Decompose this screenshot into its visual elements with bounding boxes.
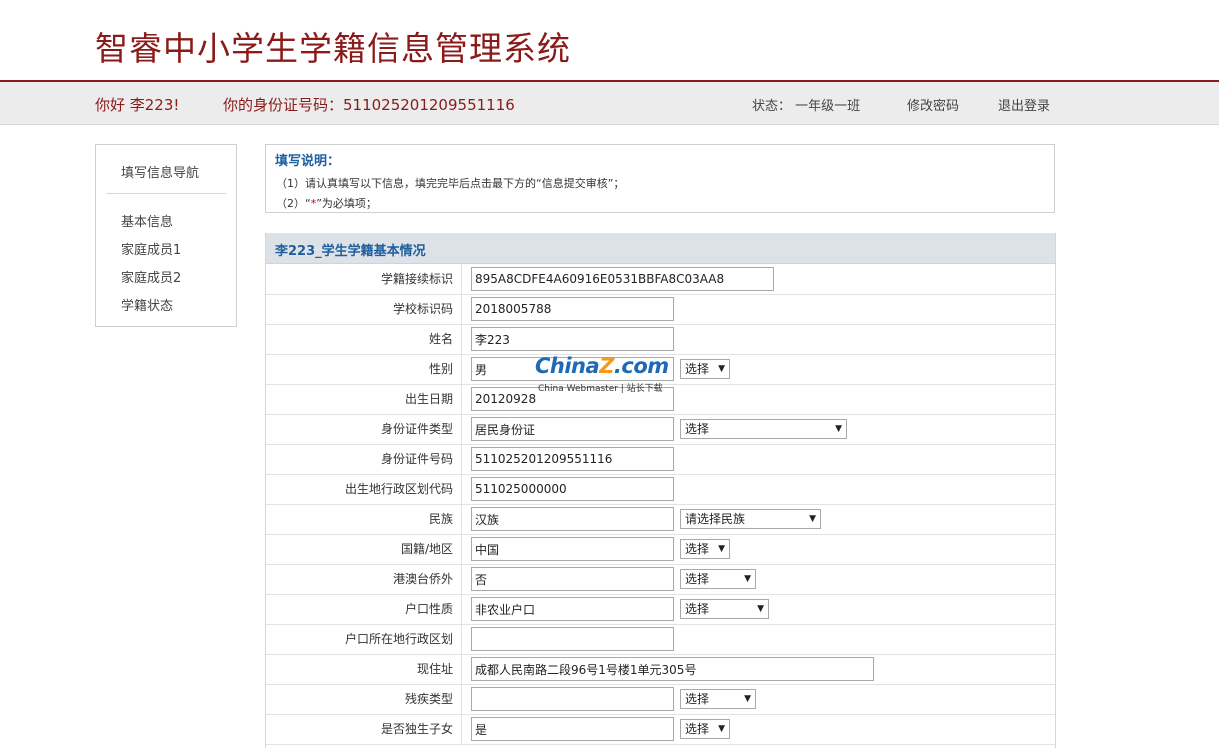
disability-type-input[interactable] bbox=[471, 687, 674, 711]
select-text: 选择 bbox=[685, 692, 710, 706]
change-password-link[interactable]: 修改密码 bbox=[907, 95, 959, 114]
user-greeting: 你好 李223! bbox=[95, 96, 180, 114]
nationality-select[interactable]: 选择 ▼ bbox=[680, 539, 730, 559]
form-row-birthplace-code: 出生地行政区划代码 bbox=[266, 474, 1055, 505]
chevron-down-icon: ▼ bbox=[718, 544, 725, 554]
instructions-line-2-suffix: ”为必填项； bbox=[316, 197, 377, 210]
instructions-title: 填写说明： bbox=[275, 154, 341, 169]
select-text: 选择 bbox=[685, 572, 710, 586]
app-header: 智睿中小学生学籍信息管理系统 bbox=[0, 0, 1219, 82]
current-address-input[interactable] bbox=[471, 657, 874, 681]
form-row-household-type: 户口性质 选择 ▼ bbox=[266, 594, 1055, 625]
chevron-down-icon: ▼ bbox=[835, 424, 842, 434]
select-text: 请选择民族 bbox=[685, 512, 746, 526]
app-title: 智睿中小学生学籍信息管理系统 bbox=[95, 29, 571, 68]
form-row-disability-type: 残疾类型 选择 ▼ bbox=[266, 684, 1055, 715]
select-text: 选择 bbox=[685, 362, 710, 376]
only-child-select[interactable]: 选择 ▼ bbox=[680, 719, 730, 739]
chevron-down-icon: ▼ bbox=[744, 694, 751, 704]
form-row-school-id: 学校标识码 bbox=[266, 294, 1055, 325]
chevron-down-icon: ▼ bbox=[809, 514, 816, 524]
sidebar-item-basic-info[interactable]: 基本信息 bbox=[121, 211, 173, 230]
form-row-only-child: 是否独生子女 选择 ▼ bbox=[266, 714, 1055, 745]
sidebar-item-family-member-2[interactable]: 家庭成员2 bbox=[121, 267, 181, 286]
field-label: 现住址 bbox=[266, 654, 462, 684]
field-label: 学校标识码 bbox=[266, 294, 462, 324]
birth-date-input[interactable] bbox=[471, 387, 674, 411]
field-label: 姓名 bbox=[266, 324, 462, 354]
form-row-birth-date: 出生日期 bbox=[266, 384, 1055, 415]
disability-type-select[interactable]: 选择 ▼ bbox=[680, 689, 756, 709]
household-region-input[interactable] bbox=[471, 627, 674, 651]
form-row-ethnicity: 民族 请选择民族 ▼ bbox=[266, 504, 1055, 535]
gender-select[interactable]: 选择 ▼ bbox=[680, 359, 730, 379]
student-form: 李223_学生学籍基本情况 学籍接续标识 学校标识码 姓名 性别 选择 ▼ 出生日… bbox=[265, 233, 1056, 748]
form-header: 李223_学生学籍基本情况 bbox=[266, 233, 1055, 264]
household-type-input[interactable] bbox=[471, 597, 674, 621]
school-id-input[interactable] bbox=[471, 297, 674, 321]
sidebar-item-enrollment-status[interactable]: 学籍状态 bbox=[121, 295, 173, 314]
form-row-household-region: 户口所在地行政区划 bbox=[266, 624, 1055, 655]
field-label: 身份证件类型 bbox=[266, 414, 462, 444]
form-row-id-number: 身份证件号码 bbox=[266, 444, 1055, 475]
form-row-current-address: 现住址 bbox=[266, 654, 1055, 685]
enrollment-link-id-input[interactable] bbox=[471, 267, 774, 291]
sidebar-title: 填写信息导航 bbox=[121, 166, 200, 181]
overseas-status-select[interactable]: 选择 ▼ bbox=[680, 569, 756, 589]
select-text: 选择 bbox=[685, 722, 710, 736]
chevron-down-icon: ▼ bbox=[757, 604, 764, 614]
name-input[interactable] bbox=[471, 327, 674, 351]
sidebar-item-family-member-1[interactable]: 家庭成员1 bbox=[121, 239, 181, 258]
class-status: 状态： 一年级一班 bbox=[752, 99, 861, 114]
sidebar-divider bbox=[106, 193, 226, 194]
id-number-input[interactable] bbox=[471, 447, 674, 471]
form-row-name: 姓名 bbox=[266, 324, 1055, 355]
field-label: 国籍/地区 bbox=[266, 534, 462, 564]
field-label: 户口性质 bbox=[266, 594, 462, 624]
form-title: 李223_学生学籍基本情况 bbox=[275, 244, 426, 259]
logout-link[interactable]: 退出登录 bbox=[998, 95, 1050, 114]
field-label: 学籍接续标识 bbox=[266, 264, 462, 294]
sidebar-nav: 填写信息导航 基本信息 家庭成员1 家庭成员2 学籍状态 bbox=[95, 144, 237, 327]
field-label: 出生日期 bbox=[266, 384, 462, 414]
household-type-select[interactable]: 选择 ▼ bbox=[680, 599, 769, 619]
ethnicity-select[interactable]: 请选择民族 ▼ bbox=[680, 509, 821, 529]
gender-input[interactable] bbox=[471, 357, 674, 381]
field-label: 民族 bbox=[266, 504, 462, 534]
select-text: 选择 bbox=[685, 422, 710, 436]
chevron-down-icon: ▼ bbox=[718, 364, 725, 374]
chevron-down-icon: ▼ bbox=[744, 574, 751, 584]
select-text: 选择 bbox=[685, 602, 710, 616]
field-label: 出生地行政区划代码 bbox=[266, 474, 462, 504]
field-label: 户口所在地行政区划 bbox=[266, 624, 462, 654]
instructions-line-2: （2）“*”为必填项； bbox=[276, 195, 377, 211]
field-label: 性别 bbox=[266, 354, 462, 384]
field-label: 残疾类型 bbox=[266, 684, 462, 714]
form-row-gender: 性别 选择 ▼ bbox=[266, 354, 1055, 385]
instructions-line-2-prefix: （2）“ bbox=[276, 197, 311, 210]
form-row-enrollment-link-id: 学籍接续标识 bbox=[266, 264, 1055, 295]
ethnicity-input[interactable] bbox=[471, 507, 674, 531]
field-label: 身份证件号码 bbox=[266, 444, 462, 474]
field-label: 是否独生子女 bbox=[266, 714, 462, 744]
chevron-down-icon: ▼ bbox=[718, 724, 725, 734]
nationality-input[interactable] bbox=[471, 537, 674, 561]
select-text: 选择 bbox=[685, 542, 710, 556]
form-row-overseas-status: 港澳台侨外 选择 ▼ bbox=[266, 564, 1055, 595]
overseas-status-input[interactable] bbox=[471, 567, 674, 591]
id-type-select[interactable]: 选择 ▼ bbox=[680, 419, 847, 439]
birthplace-code-input[interactable] bbox=[471, 477, 674, 501]
id-type-input[interactable] bbox=[471, 417, 674, 441]
form-row-id-type: 身份证件类型 选择 ▼ bbox=[266, 414, 1055, 445]
user-id-number: 你的身份证号码：511025201209551116 bbox=[223, 96, 515, 114]
user-bar: 你好 李223! 你的身份证号码：511025201209551116 状态： … bbox=[0, 82, 1219, 125]
instructions-box: 填写说明： （1）请认真填写以下信息，填完完毕后点击最下方的“信息提交审核”； … bbox=[265, 144, 1055, 213]
instructions-line-1: （1）请认真填写以下信息，填完完毕后点击最下方的“信息提交审核”； bbox=[276, 177, 625, 190]
only-child-input[interactable] bbox=[471, 717, 674, 741]
field-label: 港澳台侨外 bbox=[266, 564, 462, 594]
form-row-nationality: 国籍/地区 选择 ▼ bbox=[266, 534, 1055, 565]
